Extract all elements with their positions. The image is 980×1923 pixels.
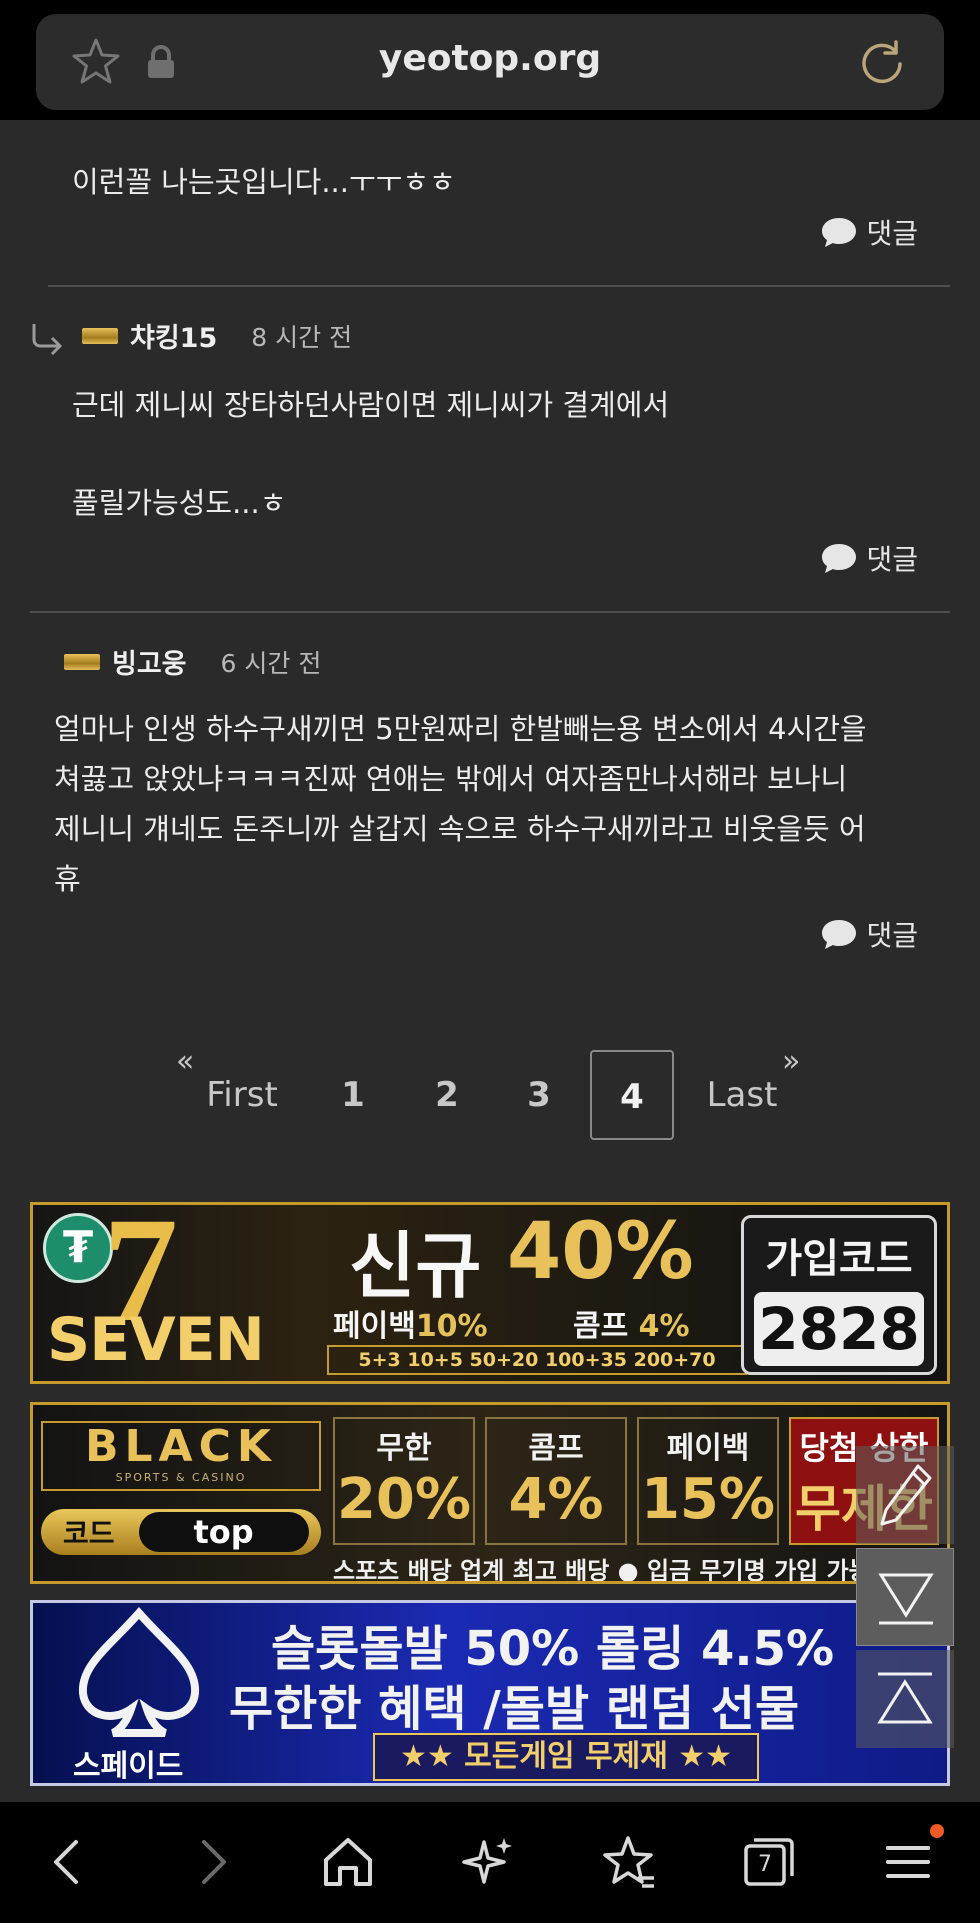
comment-author: 빙고웅 6 시간 전: [64, 642, 321, 681]
bookmark-star-icon[interactable]: [598, 1832, 658, 1892]
home-icon[interactable]: [318, 1832, 378, 1892]
tabs-button[interactable]: 7: [738, 1832, 798, 1892]
notification-dot: [930, 1824, 944, 1838]
speech-bubble-icon: [822, 544, 857, 573]
menu-button[interactable]: [878, 1824, 944, 1892]
url-text[interactable]: yeotop.org: [36, 38, 944, 79]
menu-icon: [886, 1846, 930, 1878]
reply-label: 댓글: [866, 217, 918, 250]
reply-button[interactable]: 댓글: [820, 538, 918, 578]
page-link-3[interactable]: 3: [504, 1050, 574, 1140]
comment-text-line: 제니니 걔네도 돈주니까 살갑지 속으로 하수구새끼라고 비웃을듯 어: [54, 812, 866, 846]
ad-banner-black[interactable]: BLACK SPORTS & CASINO 코드 top 무한 20% 콤프 4…: [30, 1402, 950, 1584]
page-first-link[interactable]: First: [200, 1050, 284, 1140]
ad1-payback-label: 페이백: [333, 1309, 416, 1344]
ad2-box-value: 15%: [640, 1467, 776, 1532]
ad2-box-label: 무한: [376, 1431, 432, 1466]
reply-label: 댓글: [866, 919, 918, 952]
reply-label: 댓글: [866, 543, 918, 576]
comment-text-line: 풀릴가능성도...ㅎ: [72, 486, 287, 520]
black-logo-sub: SPORTS & CASINO: [115, 1471, 247, 1484]
black-logo: BLACK SPORTS & CASINO: [41, 1421, 321, 1491]
ad3-line3: ★★ 모든게임 무제재 ★★: [373, 1733, 759, 1781]
triangle-up-icon: [877, 1672, 933, 1724]
comment-time: 6 시간 전: [220, 648, 322, 678]
seven-logo-text: SEVEN: [47, 1305, 265, 1375]
comment-text-line: 얼마나 인생 하수구새끼면 5만원짜리 한발빼는용 변소에서 4시간을: [54, 712, 867, 746]
ad2-box-payback: 페이백 15%: [637, 1417, 779, 1545]
scroll-down-button[interactable]: [856, 1548, 954, 1646]
comment-time: 8 시간 전: [251, 322, 353, 352]
page-link-1[interactable]: 1: [318, 1050, 388, 1140]
level-badge-icon: [64, 653, 100, 670]
ad1-payback: 페이백10%: [333, 1301, 488, 1345]
page-link-2[interactable]: 2: [412, 1050, 482, 1140]
divider: [30, 611, 950, 613]
forward-icon[interactable]: [182, 1832, 242, 1892]
ad-banner-spade[interactable]: 스페이드 슬롯돌발 50% 롤링 4.5% 무한한 혜택 /돌발 랜덤 선물 ★…: [30, 1600, 950, 1786]
browser-top-bar: yeotop.org: [0, 0, 980, 120]
scroll-up-button[interactable]: [856, 1650, 954, 1748]
ad1-code-label: 가입코드: [765, 1236, 913, 1282]
speech-bubble-icon: [822, 920, 857, 949]
ad1-bonus-tiers: 5+3 10+5 50+20 100+35 200+70: [327, 1345, 747, 1375]
black-code-pill: 코드 top: [41, 1509, 321, 1555]
reload-icon[interactable]: [856, 36, 908, 88]
level-badge-icon: [82, 327, 118, 344]
ad2-box-label: 콤프: [528, 1431, 584, 1466]
divider: [48, 285, 950, 287]
author-name[interactable]: 빙고웅: [112, 642, 187, 681]
reply-arrow-icon: [32, 324, 63, 356]
ad3-line2: 무한한 혜택 /돌발 랜덤 선물: [229, 1681, 800, 1737]
sparkle-icon[interactable]: [458, 1832, 518, 1892]
pencil-icon: [880, 1464, 932, 1526]
speech-bubble-icon: [822, 218, 857, 247]
back-icon[interactable]: [38, 1832, 98, 1892]
black-logo-text: BLACK: [84, 1421, 277, 1472]
spade-logo-icon: [78, 1607, 200, 1737]
comment-text: 이런꼴 나는곳입니다...ㅜㅜㅎㅎ: [72, 165, 456, 199]
last-arrow: »: [782, 1044, 801, 1079]
ad1-comp-value: 4%: [638, 1309, 690, 1344]
reply-button[interactable]: 댓글: [820, 212, 918, 252]
pagination: « First 1 2 3 4 Last »: [0, 1044, 980, 1140]
spade-logo-text: 스페이드: [73, 1749, 184, 1784]
comment-text-line: 휴: [54, 862, 81, 896]
black-code-label: 코드: [63, 1517, 115, 1550]
reply-button[interactable]: 댓글: [820, 914, 918, 954]
ad2-box-label: 페이백: [666, 1431, 750, 1466]
black-code-value: top: [138, 1512, 309, 1552]
ad-banner-seven[interactable]: ₮ 7 SEVEN 신규 40% 페이백10% 콤프 4% 5+3 10+5 5…: [30, 1202, 950, 1384]
ad2-box-value: 4%: [508, 1467, 604, 1532]
page-link-4-current[interactable]: 4: [590, 1050, 674, 1140]
ad2-ticker: 스포츠 배당 업계 최고 배당 ● 입금 무기명 가입 가능: [333, 1557, 871, 1584]
comment-text-line: 쳐끓고 앉았냐ㅋㅋㅋ진짜 연애는 밖에서 여자좀만나서해라 보나니: [54, 762, 848, 796]
ad1-comp-label: 콤프: [573, 1309, 629, 1344]
ad1-headline-percent: 40%: [507, 1207, 694, 1297]
ad1-code-box: 가입코드 2828: [741, 1215, 937, 1375]
comment-author: 챠킹15 8 시간 전: [82, 316, 352, 355]
ad2-box-unlimited: 무한 20%: [333, 1417, 475, 1545]
ad2-box-comp: 콤프 4%: [485, 1417, 627, 1545]
page-last-link[interactable]: Last: [702, 1050, 782, 1140]
ad1-comp: 콤프 4%: [573, 1301, 690, 1345]
ad1-payback-value: 10%: [415, 1309, 488, 1344]
triangle-down-icon: [878, 1573, 934, 1625]
author-name[interactable]: 챠킹15: [130, 316, 217, 355]
ad1-headline-new: 신규: [349, 1224, 482, 1308]
ad1-code-value: 2828: [754, 1292, 924, 1366]
tabs-count: 7: [758, 1852, 772, 1877]
write-button[interactable]: [856, 1446, 954, 1544]
comment-text-line: 근데 제니씨 장타하던사람이면 제니씨가 결계에서: [72, 388, 670, 422]
first-arrow: «: [176, 1044, 195, 1079]
ad2-box-value: 20%: [336, 1467, 472, 1532]
address-bar[interactable]: yeotop.org: [36, 14, 944, 110]
browser-bottom-nav: 7: [0, 1802, 980, 1923]
